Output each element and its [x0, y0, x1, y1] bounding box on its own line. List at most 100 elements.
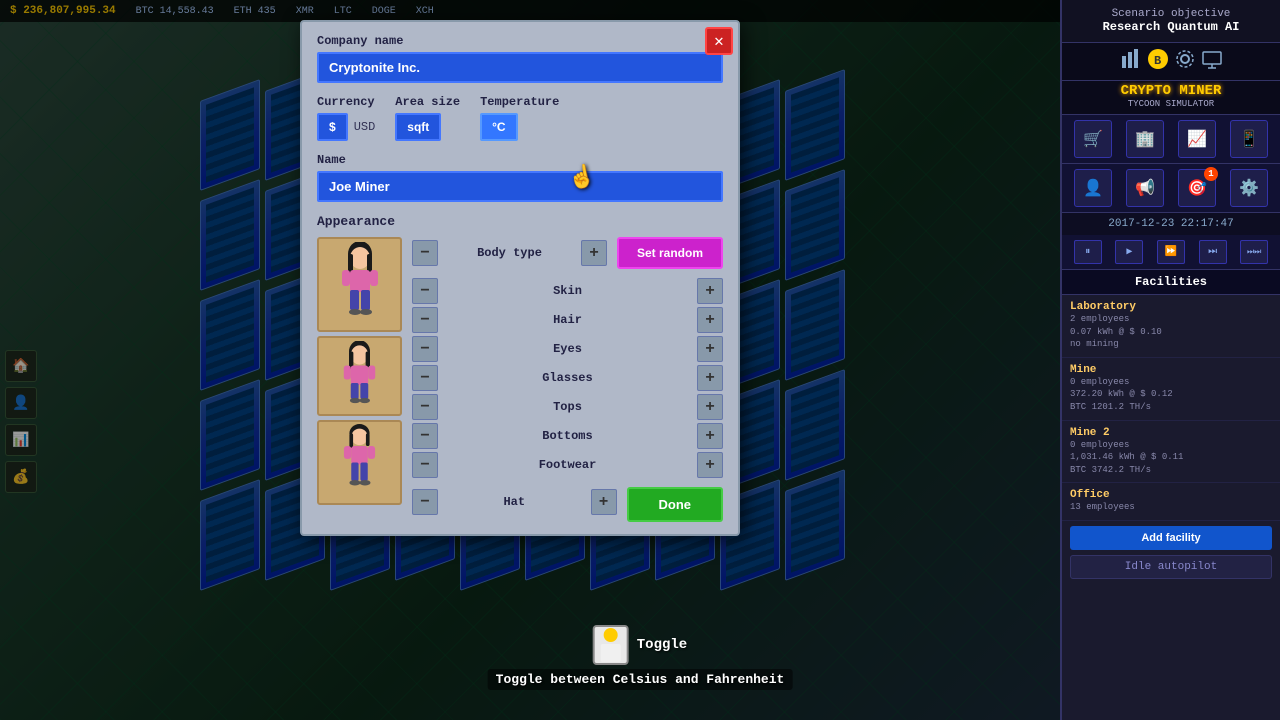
sidebar-shop-btn[interactable]: 🛒 [1074, 120, 1112, 158]
glasses-plus[interactable]: + [697, 365, 723, 391]
toggle-label: Toggle [637, 637, 687, 653]
svg-text:B: B [1154, 54, 1161, 68]
bottoms-minus[interactable]: − [412, 423, 438, 449]
set-random-button[interactable]: Set random [617, 237, 723, 269]
attribute-controls: − Body type + Set random − Skin + − Hair [412, 237, 723, 522]
eyes-minus[interactable]: − [412, 336, 438, 362]
company-name-input[interactable] [317, 52, 723, 83]
eyes-label: Eyes [446, 342, 689, 356]
logo-text-line1: CRYPTO MINER [1067, 83, 1275, 99]
facility-mine2-emp: 0 employees [1070, 439, 1272, 452]
facility-mine[interactable]: Mine 0 employees 372.20 kWh @ $ 0.12 BTC… [1062, 358, 1280, 421]
sidebar-target-btn[interactable]: 🎯 1 [1178, 169, 1216, 207]
tops-row: − Tops + [412, 394, 723, 420]
skin-row: − Skin + [412, 278, 723, 304]
scenario-label: Scenario objective [1070, 8, 1272, 20]
bitcoin-icon: B [1147, 48, 1169, 70]
hat-label: Hat [446, 495, 583, 509]
scenario-header: Scenario objective Research Quantum AI [1062, 0, 1280, 43]
fastest-btn[interactable]: ⏭⏭ [1240, 240, 1268, 264]
char-preview-mid [317, 336, 402, 416]
tops-plus[interactable]: + [697, 394, 723, 420]
hat-done-row: − Hat + Done [412, 481, 723, 522]
facility-laboratory-detail1: 0.07 kWh @ $ 0.10 [1070, 326, 1272, 339]
eyes-plus[interactable]: + [697, 336, 723, 362]
glasses-minus[interactable]: − [412, 365, 438, 391]
temperature-label: Temperature [480, 95, 559, 109]
hair-row: − Hair + [412, 307, 723, 333]
bottoms-row: − Bottoms + [412, 423, 723, 449]
tops-label: Tops [446, 400, 689, 414]
hat-plus[interactable]: + [591, 489, 617, 515]
glasses-label: Glasses [446, 371, 689, 385]
bar-chart-icon [1120, 48, 1142, 70]
body-type-row: − Body type + [412, 240, 607, 266]
temperature-btn[interactable]: °C [480, 113, 517, 141]
bottoms-plus[interactable]: + [697, 423, 723, 449]
playback-controls: ⏸ ▶ ⏩ ⏭ ⏭⏭ [1062, 235, 1280, 270]
facility-mine2[interactable]: Mine 2 0 employees 1,031.46 kWh @ $ 0.11… [1062, 421, 1280, 484]
character-small-svg [332, 423, 387, 503]
areasize-group: Area size sqft [395, 95, 460, 141]
glasses-row: − Glasses + [412, 365, 723, 391]
currency-symbol-btn[interactable]: $ [317, 113, 348, 141]
tops-minus[interactable]: − [412, 394, 438, 420]
facility-office[interactable]: Office 13 employees [1062, 483, 1280, 521]
sidebar-stats-btn[interactable]: 📈 [1178, 120, 1216, 158]
datetime-display: 2017-12-23 22:17:47 [1062, 213, 1280, 235]
notification-badge: 1 [1204, 167, 1218, 181]
pause-btn[interactable]: ⏸ [1074, 240, 1102, 264]
top-attr-row: − Body type + Set random [412, 237, 723, 269]
footwear-row: − Footwear + [412, 452, 723, 478]
name-input[interactable] [317, 171, 723, 202]
currency-select-row: $ USD [317, 113, 375, 141]
hat-minus[interactable]: − [412, 489, 438, 515]
fast-btn[interactable]: ⏩ [1157, 240, 1185, 264]
toggle-description: Toggle between Celsius and Fahrenheit [488, 669, 793, 690]
play-btn[interactable]: ▶ [1115, 240, 1143, 264]
body-type-plus[interactable]: + [581, 240, 607, 266]
facility-mine-detail2: BTC 1201.2 TH/s [1070, 401, 1272, 414]
sidebar-person-btn[interactable]: 👤 [1074, 169, 1112, 207]
hair-minus[interactable]: − [412, 307, 438, 333]
footwear-minus[interactable]: − [412, 452, 438, 478]
settings-row: Currency $ USD Area size sqft Temperatur… [317, 95, 723, 141]
body-type-label: Body type [446, 246, 573, 260]
sidebar-megaphone-btn[interactable]: 📢 [1126, 169, 1164, 207]
settings-dialog: ✕ Company name Currency $ USD Area size … [300, 20, 740, 536]
areasize-label: Area size [395, 95, 460, 109]
char-preview-full [317, 237, 402, 332]
toggle-icon [593, 625, 629, 665]
sidebar-settings-btn[interactable]: ⚙️ [1230, 169, 1268, 207]
company-name-label: Company name [317, 34, 723, 48]
facility-mine-detail1: 372.20 kWh @ $ 0.12 [1070, 388, 1272, 401]
skin-plus[interactable]: + [697, 278, 723, 304]
skin-minus[interactable]: − [412, 278, 438, 304]
character-mid-svg [332, 341, 387, 411]
footwear-plus[interactable]: + [697, 452, 723, 478]
right-sidebar: Scenario objective Research Quantum AI B [1060, 0, 1280, 720]
hair-label: Hair [446, 313, 689, 327]
close-button[interactable]: ✕ [705, 27, 733, 55]
areasize-btn[interactable]: sqft [395, 113, 441, 141]
facility-mine-name: Mine [1070, 364, 1272, 376]
body-type-minus[interactable]: − [412, 240, 438, 266]
facility-mine2-detail1: 1,031.46 kWh @ $ 0.11 [1070, 451, 1272, 464]
scenario-title: Research Quantum AI [1070, 20, 1272, 34]
monitor-icon [1201, 48, 1223, 70]
faster-btn[interactable]: ⏭ [1199, 240, 1227, 264]
facility-laboratory-detail2: no mining [1070, 338, 1272, 351]
hair-plus[interactable]: + [697, 307, 723, 333]
currency-label: Currency [317, 95, 375, 109]
temperature-group: Temperature °C [480, 95, 559, 141]
modal-content: Company name Currency $ USD Area size sq… [302, 22, 738, 534]
sidebar-icons-row-top: 🛒 🏢 📈 📱 [1062, 115, 1280, 164]
facility-laboratory[interactable]: Laboratory 2 employees 0.07 kWh @ $ 0.10… [1062, 295, 1280, 358]
done-button[interactable]: Done [627, 487, 724, 522]
facility-laboratory-emp: 2 employees [1070, 313, 1272, 326]
character-full-svg [330, 242, 390, 327]
sidebar-phone-btn[interactable]: 📱 [1230, 120, 1268, 158]
add-facility-button[interactable]: Add facility [1070, 526, 1272, 550]
idle-autopilot-button[interactable]: Idle autopilot [1070, 555, 1272, 579]
sidebar-building-btn[interactable]: 🏢 [1126, 120, 1164, 158]
